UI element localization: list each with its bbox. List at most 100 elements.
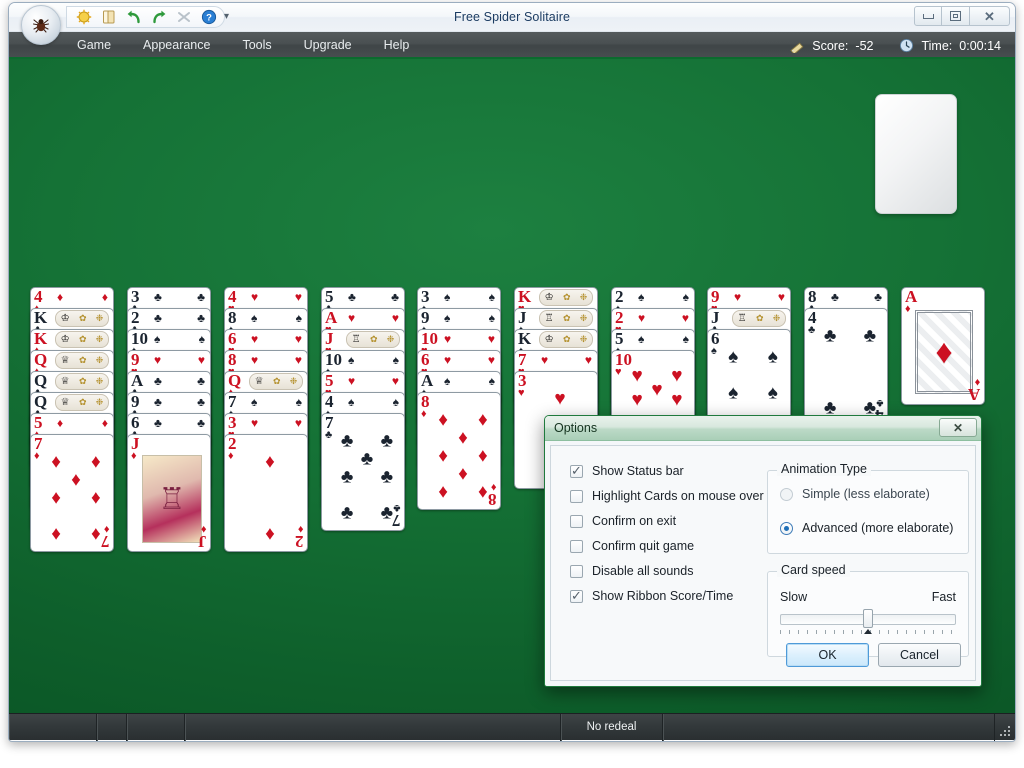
playing-card[interactable]: 7 ♦ ♦ ♦ ♦ ♦ ♦ ♦ ♦ 7 ♦ <box>30 434 114 552</box>
redo-icon[interactable] <box>151 9 167 25</box>
card-pip: ♦ <box>265 523 275 545</box>
card-suit-pip: ♦ <box>228 450 234 462</box>
card-suit-pip-bottom: ♦ <box>200 523 206 535</box>
radio-indicator[interactable] <box>780 487 793 501</box>
card-pip: ♠ <box>728 382 739 404</box>
score-pencil-icon <box>790 42 804 53</box>
card-pip: ♣ <box>823 325 837 347</box>
status-segment-2 <box>97 713 127 741</box>
playing-card[interactable]: 8 ♦ ♦ ♦ ♦ ♦ ♦ ♦ ♦ ♦ 8 ♦ <box>417 392 501 510</box>
card-suit-pip: ♣ <box>325 429 333 441</box>
options-dialog: Options ✕ Show Status bar Highlight Cards… <box>544 415 982 687</box>
stock-pile[interactable] <box>875 94 957 214</box>
score-label: Score: <box>812 38 849 53</box>
card-pip: ♦ <box>90 523 101 545</box>
playing-card[interactable]: 4♣♣♣♣♣4♣ <box>804 308 888 426</box>
card-mini-pips: ♠ ♠ <box>154 332 205 346</box>
card-rank-corner-bottom: 7 ♦ <box>100 523 110 551</box>
card-mini-pips: ♣ ♣ <box>154 395 205 409</box>
card-speed-max-label: Fast <box>931 590 956 604</box>
card-pip: ♦ <box>438 481 449 503</box>
radio-label: Simple (less elaborate) <box>802 487 930 501</box>
card-rank-corner: 4 ♣ <box>808 308 817 336</box>
status-segment-4 <box>185 713 561 741</box>
help-icon[interactable]: ? <box>201 9 217 25</box>
menu-item-tools[interactable]: Tools <box>228 34 285 56</box>
close-button[interactable]: ✕ <box>970 6 1010 26</box>
time-group: Time: 0:00:14 <box>899 38 1001 53</box>
minimize-button[interactable] <box>914 6 942 26</box>
animation-radio-row[interactable]: Advanced (more elaborate) <box>780 521 953 535</box>
card-mini-pips: ♥ ♥ <box>638 311 689 325</box>
court-card-art: ♕ ✿ ❉ <box>249 373 303 390</box>
card-pip: ♦ <box>51 487 62 509</box>
card-rank-corner: 8 ♦ <box>421 392 430 420</box>
hint-icon[interactable] <box>176 9 192 25</box>
deal-cards-icon[interactable] <box>101 9 117 25</box>
card-suit-pip-bottom: ♦ <box>297 523 303 535</box>
court-card-art: ♔ ✿ ❉ <box>539 331 593 348</box>
quick-access-more-button[interactable]: ▾ <box>224 11 229 22</box>
animation-radio-row[interactable]: Simple (less elaborate) <box>780 487 953 501</box>
radio-indicator[interactable] <box>780 521 793 535</box>
cancel-button[interactable]: Cancel <box>878 643 961 667</box>
card-mini-pips: ♣ ♣ <box>831 290 882 304</box>
undo-icon[interactable] <box>126 9 142 25</box>
ok-button[interactable]: OK <box>786 643 869 667</box>
spider-orb-icon[interactable] <box>21 5 61 45</box>
card-mini-pips: ♥ ♥ <box>444 332 495 346</box>
card-pip: ♦ <box>438 445 449 467</box>
checkbox-indicator[interactable] <box>570 539 583 553</box>
card-suit-pip-bottom: ♦ <box>490 481 496 493</box>
checkbox-indicator[interactable] <box>570 588 583 603</box>
card-mini-pips: ♠ ♠ <box>638 332 689 346</box>
court-card-art: ♕ ✿ ❉ <box>55 394 109 411</box>
court-card-art: ♖ ✿ ❉ <box>539 310 593 327</box>
court-card-art: ♖ <box>142 455 202 543</box>
card-rank-corner: 2 ♦ <box>228 434 237 462</box>
resize-grip[interactable] <box>999 724 1013 738</box>
card-pip: ♠ <box>767 382 778 404</box>
new-game-icon[interactable] <box>76 9 92 25</box>
card-pip: ♣ <box>863 325 877 347</box>
menu-item-appearance[interactable]: Appearance <box>129 34 224 56</box>
maximize-button[interactable] <box>942 6 970 26</box>
card-mini-pips: ♥ ♥ <box>348 311 399 325</box>
clock-icon <box>900 38 914 53</box>
time-value: 0:00:14 <box>959 38 1001 53</box>
card-mini-pips: ♣ ♣ <box>154 290 205 304</box>
checkbox-label: Disable all sounds <box>592 564 694 578</box>
card-suit-pip: ♦ <box>34 450 40 462</box>
card-pip: ♦ <box>477 481 488 503</box>
court-card-art: ♕ ✿ ❉ <box>55 373 109 390</box>
card-mini-pips: ♠ ♠ <box>444 374 495 388</box>
card-mini-pips: ♠ ♠ <box>638 290 689 304</box>
checkbox-indicator[interactable] <box>570 489 583 503</box>
menu-item-game[interactable]: Game <box>63 34 125 56</box>
card-pip: ♦ <box>90 487 101 509</box>
card-rank-corner: 7 ♦ <box>34 434 43 462</box>
card-speed-slider-thumb[interactable] <box>863 609 873 628</box>
card-pip: ♣ <box>340 466 354 488</box>
card-pip: ♦ <box>458 463 468 485</box>
playing-card[interactable]: J ♦ ♖ J ♦ <box>127 434 211 552</box>
checkbox-label: Show Status bar <box>592 464 684 478</box>
card-rank-corner-bottom: J ♦ <box>197 523 207 551</box>
court-card-art: ♖ ✿ ❉ <box>732 310 786 327</box>
card-mini-pips: ♥ ♥ <box>734 290 785 304</box>
card-speed-center-marker <box>864 629 872 634</box>
menu-item-upgrade[interactable]: Upgrade <box>290 34 366 56</box>
application-window: Free Spider Solitaire ✕ ? ▾ Game Appeara… <box>8 2 1016 742</box>
checkbox-indicator[interactable] <box>570 463 583 478</box>
checkbox-indicator[interactable] <box>570 514 583 528</box>
playing-card[interactable]: 2 ♦ ♦ ♦ 2 ♦ <box>224 434 308 552</box>
card-mini-pips: ♠ ♠ <box>251 395 302 409</box>
playing-card[interactable]: A ♦ ♦ A ♦ <box>901 287 985 405</box>
card-mini-pips: ♥ ♥ <box>251 353 302 367</box>
playing-card[interactable]: 7 ♣ ♣ ♣ ♣ ♣ ♣ ♣ ♣ 7 ♣ <box>321 413 405 531</box>
checkbox-indicator[interactable] <box>570 564 583 578</box>
dialog-close-button[interactable]: ✕ <box>939 418 977 437</box>
card-rank-corner: 7 ♣ <box>325 413 334 441</box>
card-suit-pip: ♦ <box>421 408 427 420</box>
menu-item-help[interactable]: Help <box>370 34 424 56</box>
